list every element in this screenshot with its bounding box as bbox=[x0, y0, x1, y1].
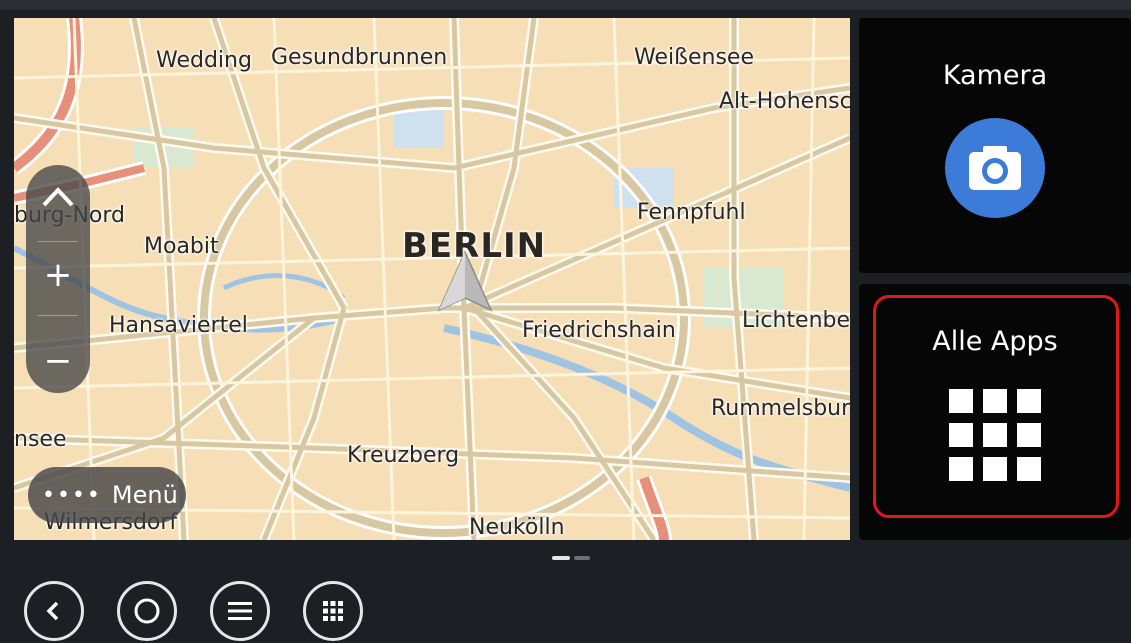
zoom-in-button[interactable]: + bbox=[26, 243, 90, 307]
district-label: Kreuzberg bbox=[347, 443, 460, 468]
zoom-control: + − bbox=[26, 165, 90, 393]
apps-nav-button[interactable] bbox=[303, 581, 363, 641]
back-button[interactable] bbox=[24, 581, 84, 641]
compass-button[interactable] bbox=[26, 165, 90, 229]
district-label: Rummelsburg bbox=[711, 396, 850, 421]
district-label: Fennpfuhl bbox=[637, 200, 746, 225]
camera-card-title: Kamera bbox=[942, 60, 1048, 91]
district-label: nsee bbox=[14, 427, 67, 452]
top-status-bar bbox=[0, 0, 1131, 10]
back-icon bbox=[46, 601, 59, 621]
district-label: Lichtenbe bbox=[742, 308, 850, 333]
city-label: BERLIN bbox=[402, 226, 547, 266]
district-label: Wedding bbox=[156, 48, 252, 73]
page-indicator bbox=[574, 556, 590, 560]
district-label: Weißensee bbox=[634, 45, 754, 70]
district-label: Neukölln bbox=[469, 515, 565, 540]
camera-icon bbox=[945, 118, 1045, 218]
menu-label: Menü bbox=[111, 481, 178, 509]
menu-button[interactable]: •••• Menü bbox=[28, 467, 186, 523]
highlight-frame bbox=[873, 295, 1119, 518]
district-label: Moabit bbox=[144, 234, 219, 259]
menu-nav-button[interactable] bbox=[210, 581, 270, 641]
district-label: Alt-Hohensc bbox=[719, 89, 850, 114]
divider bbox=[38, 241, 78, 242]
dots-icon: •••• bbox=[42, 482, 102, 508]
navigation-bar bbox=[0, 571, 1131, 643]
district-label: Hansaviertel bbox=[109, 313, 248, 338]
zoom-out-button[interactable]: − bbox=[26, 329, 90, 393]
map-view[interactable]: Wedding Gesundbrunnen Weißensee Alt-Hohe… bbox=[14, 18, 850, 540]
home-button[interactable] bbox=[117, 581, 177, 641]
page-indicator-active bbox=[552, 556, 570, 560]
district-label: Gesundbrunnen bbox=[271, 45, 448, 70]
chevron-up-icon bbox=[42, 187, 74, 207]
district-label: Friedrichshain bbox=[522, 318, 676, 343]
apps-icon bbox=[323, 601, 343, 621]
divider bbox=[38, 315, 78, 316]
home-icon bbox=[134, 598, 160, 624]
menu-icon bbox=[228, 602, 252, 620]
